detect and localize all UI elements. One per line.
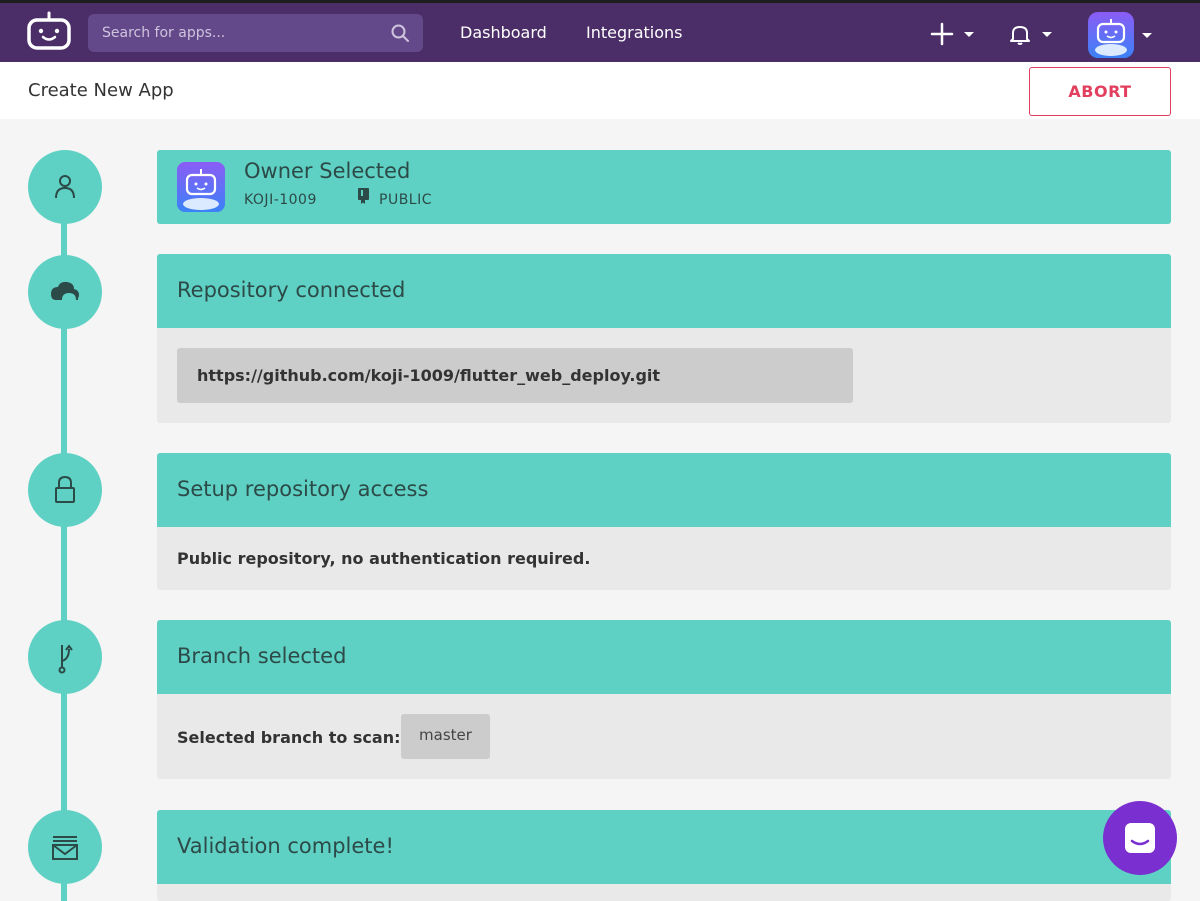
repository-card-header: Repository connected <box>157 254 1171 328</box>
branch-icon <box>58 644 73 674</box>
page-header: Create New App ABORT <box>0 62 1200 119</box>
repo-book-icon <box>358 188 369 204</box>
access-card-header: Setup repository access <box>157 453 1171 527</box>
branch-card-title: Branch selected <box>177 644 347 668</box>
owner-card-title: Owner Selected <box>244 159 411 183</box>
avatar <box>1088 12 1134 58</box>
cloud-icon <box>51 281 79 301</box>
nav-dashboard[interactable]: Dashboard <box>460 23 547 42</box>
logo-icon[interactable] <box>26 11 72 51</box>
branch-label: Selected branch to scan: <box>177 728 401 747</box>
user-icon <box>55 175 75 199</box>
step-validation-indicator <box>28 810 102 884</box>
chat-launcher-button[interactable] <box>1103 801 1177 875</box>
validation-card-header: Validation complete! <box>157 810 1171 884</box>
search-input[interactable] <box>102 14 382 52</box>
inbox-icon <box>52 836 78 860</box>
repository-url-field: https://github.com/koji-1009/flutter_web… <box>177 348 853 403</box>
repository-card: Repository connected https://github.com/… <box>157 254 1171 423</box>
owner-name: KOJI-1009 <box>244 192 317 208</box>
page-title: Create New App <box>28 80 174 101</box>
branch-value-chip: master <box>401 714 490 759</box>
access-description: Public repository, no authentication req… <box>177 549 591 568</box>
owner-visibility: PUBLIC <box>379 192 432 208</box>
access-card: Setup repository access Public repositor… <box>157 453 1171 590</box>
step-owner-indicator <box>28 150 102 224</box>
step-access-indicator <box>28 453 102 527</box>
add-menu-button[interactable] <box>930 21 978 49</box>
top-navbar: Dashboard Integrations <box>0 0 1200 62</box>
chevron-down-icon <box>1142 33 1152 38</box>
validation-card: Validation complete! <box>157 810 1171 901</box>
access-card-title: Setup repository access <box>177 477 429 501</box>
chat-icon <box>1125 823 1155 853</box>
lock-icon <box>55 475 75 503</box>
validation-card-title: Validation complete! <box>177 834 394 858</box>
bell-icon <box>1010 26 1030 45</box>
owner-card: Owner Selected KOJI-1009 PUBLIC <box>157 150 1171 224</box>
branch-card-header: Branch selected <box>157 620 1171 694</box>
search-box <box>88 14 423 52</box>
chevron-down-icon <box>1042 32 1052 37</box>
step-repository-indicator <box>28 255 102 329</box>
nav-integrations[interactable]: Integrations <box>586 23 683 42</box>
search-icon[interactable] <box>391 24 409 42</box>
owner-card-header: Owner Selected KOJI-1009 PUBLIC <box>157 150 1171 224</box>
branch-card: Branch selected Selected branch to scan:… <box>157 620 1171 779</box>
owner-avatar <box>177 162 225 212</box>
repository-card-title: Repository connected <box>177 278 406 302</box>
notifications-button[interactable] <box>1008 21 1054 49</box>
chevron-down-icon <box>964 32 974 37</box>
plus-icon <box>930 22 954 46</box>
step-branch-indicator <box>28 620 102 694</box>
user-menu-button[interactable] <box>1088 12 1156 58</box>
abort-button[interactable]: ABORT <box>1029 67 1171 116</box>
